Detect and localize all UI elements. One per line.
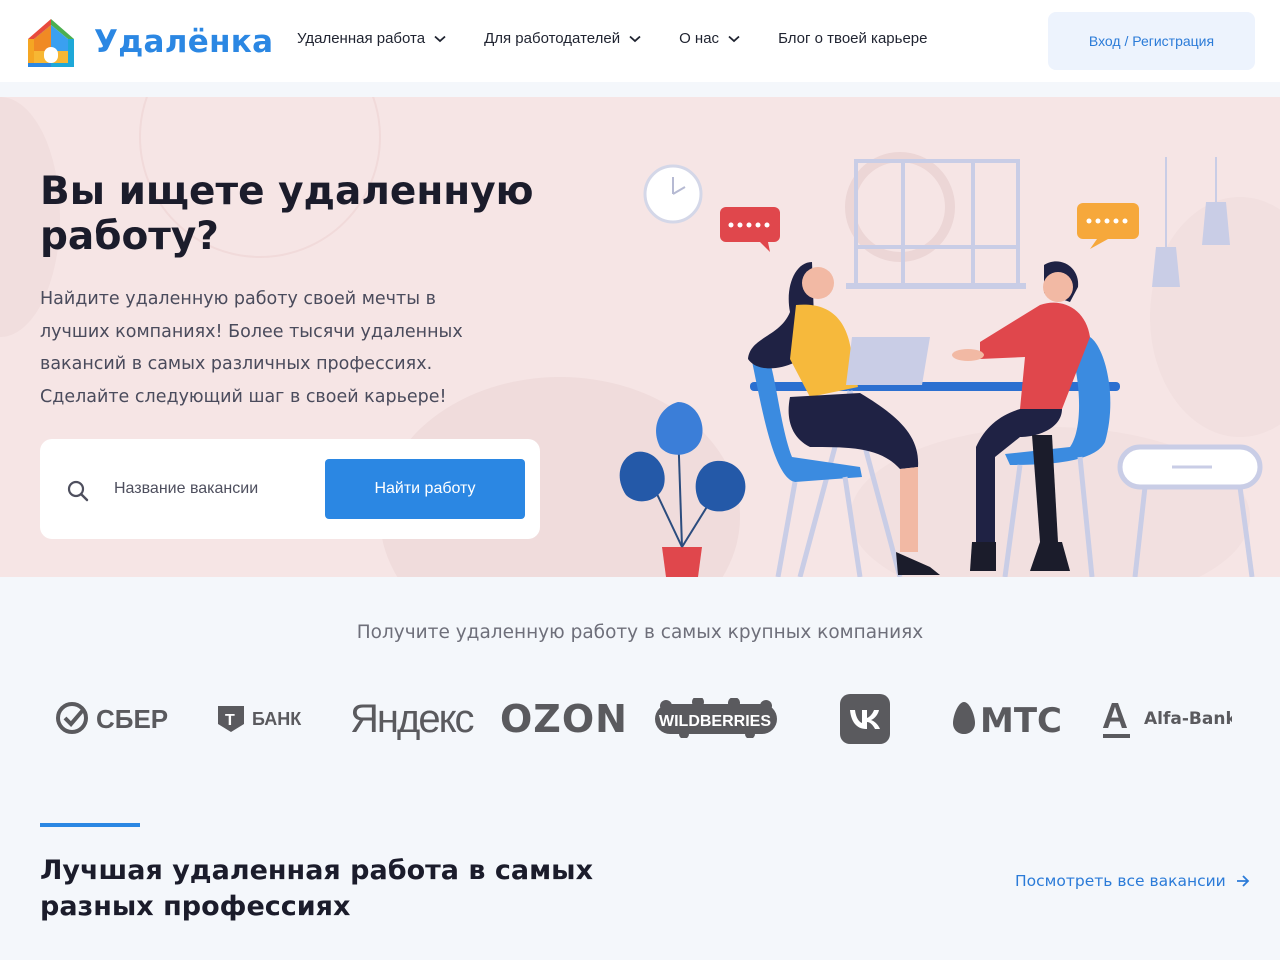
section-title: Лучшая удаленная работа в самых разных п…	[40, 855, 593, 922]
chevron-down-icon	[629, 35, 641, 42]
nav-item-remote-work[interactable]: Удаленная работа	[297, 30, 446, 47]
hero-title: Вы ищете удаленную работу?	[40, 169, 534, 259]
nav-item-label: Удаленная работа	[297, 30, 426, 47]
main-nav: Удаленная работа Для работодателей О нас…	[297, 30, 927, 47]
view-all-vacancies-label: Посмотреть все вакансии	[1015, 872, 1226, 890]
alfa-bank-logo-mark: А	[1102, 695, 1128, 736]
hero-subtitle: Найдите удаленную работу своей мечты в л…	[40, 289, 463, 407]
section-accent-line	[40, 823, 140, 827]
find-job-button[interactable]: Найти работу	[325, 459, 525, 519]
ozon-logo-icon: OZON	[500, 697, 628, 740]
yandex-logo-icon: Яндекс	[350, 697, 476, 741]
search-icon	[67, 480, 89, 502]
wildberries-logo-text: WILDBERRIES	[659, 713, 771, 730]
nav-item-employers[interactable]: Для работодателей	[484, 30, 641, 47]
chevron-down-icon	[434, 35, 446, 42]
nav-item-blog[interactable]: Блог о твоей карьере	[778, 30, 927, 47]
sber-logo-text: СБЕР	[96, 704, 168, 734]
login-register-button[interactable]: Вход / Регистрация	[1048, 12, 1255, 70]
logo-house-icon	[28, 19, 74, 67]
nav-item-label: Для работодателей	[484, 30, 621, 47]
nav-item-about[interactable]: О нас	[679, 30, 740, 47]
alfa-bank-logo-icon: А Alfa-Bank	[1102, 695, 1232, 738]
vacancy-search-input[interactable]	[114, 469, 314, 509]
brand-name: Удалёнка	[94, 24, 274, 60]
partner-logos: СБЕР Т БАНК Яндекс OZON WILDBERRIES МТС …	[0, 688, 1280, 748]
mts-logo-text: МТС	[980, 701, 1062, 738]
brand-logo[interactable]: Удалёнка	[24, 14, 284, 70]
site-header: Удалёнка Удаленная работа Для работодате…	[0, 0, 1280, 82]
nav-item-label: Блог о твоей карьере	[778, 30, 928, 47]
mts-logo-icon: МТС	[953, 701, 1062, 738]
nav-item-label: О нас	[679, 30, 720, 47]
vk-logo-icon	[840, 694, 890, 744]
chevron-down-icon	[728, 35, 740, 42]
view-all-vacancies-link[interactable]: Посмотреть все вакансии	[1015, 872, 1250, 890]
wildberries-logo-icon: WILDBERRIES	[655, 698, 777, 738]
yandex-logo-text: Яндекс	[350, 697, 474, 741]
partners-title: Получите удаленную работу в самых крупны…	[356, 622, 924, 643]
sber-logo-icon: СБЕР	[56, 702, 168, 734]
remote-work-illustration	[619, 157, 1263, 577]
alfa-bank-logo-text: Alfa-Bank	[1144, 709, 1232, 729]
hero-section: Вы ищете удаленную работу? Найдите удале…	[0, 97, 1280, 577]
ozon-logo-text: OZON	[500, 697, 628, 740]
arrow-right-icon	[1236, 875, 1250, 887]
tbank-logo-text: БАНК	[252, 709, 302, 729]
tbank-logo-icon: Т БАНК	[218, 706, 302, 732]
vacancy-search-form: Найти работу	[40, 439, 540, 539]
tbank-logo-mark: Т	[225, 712, 235, 729]
